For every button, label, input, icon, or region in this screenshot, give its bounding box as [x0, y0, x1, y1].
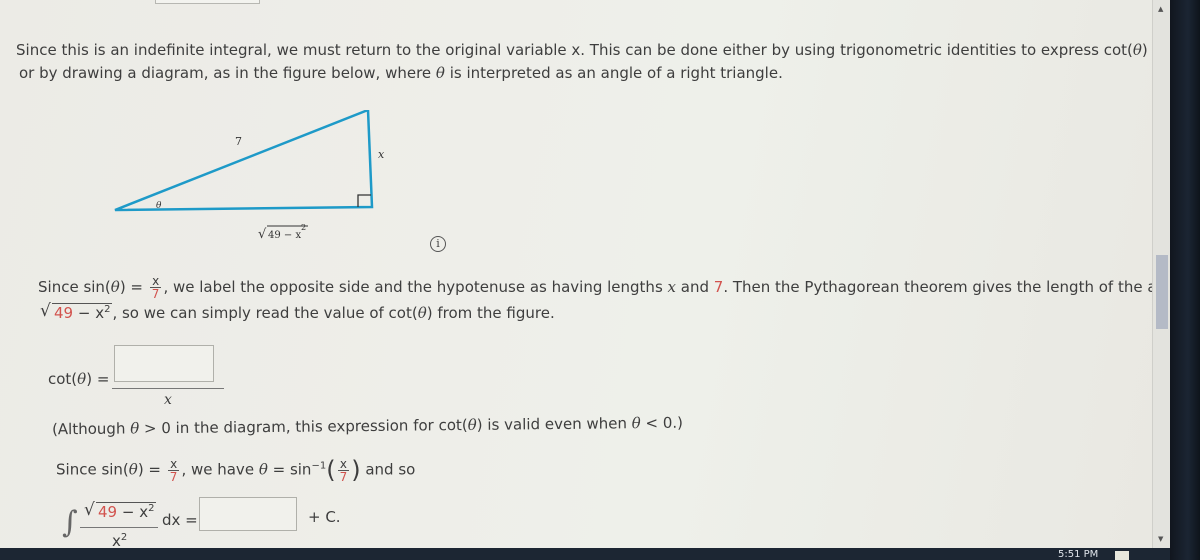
intro-text: is interpreted as an angle of a right tr…	[444, 64, 783, 82]
cot-fraction-bar	[112, 388, 224, 389]
info-icon[interactable]: i	[430, 236, 446, 252]
radicand-rest: − x	[117, 503, 149, 521]
scroll-up-arrow-icon[interactable]: ▲	[1158, 5, 1163, 13]
content-page: Since this is an indefinite integral, we…	[0, 0, 1152, 550]
para-text: , we have	[181, 460, 259, 479]
exponent: 2	[148, 503, 155, 514]
para-text: and so	[360, 460, 416, 479]
fraction-denominator: 7	[339, 469, 348, 484]
note-part: ) is valid even when	[476, 414, 632, 434]
note-part: > 0 in the diagram, this expression for …	[139, 415, 468, 438]
right-angle-marker	[357, 194, 371, 207]
radicand-rest: − x	[73, 304, 105, 322]
para3-text: Since sin(θ) = x7, we have θ = sin−1(x 7)…	[56, 456, 415, 484]
right-triangle-diagram: 7 x θ √ 49 − x 2	[114, 110, 385, 242]
sqrt-sign: √	[84, 500, 95, 520]
fraction-numerator: x	[337, 456, 349, 471]
dx-equals: dx =	[162, 511, 198, 529]
value-seven: 7	[713, 278, 724, 296]
fraction-x-over-7: x7	[150, 275, 162, 300]
fraction-denominator: 7	[151, 287, 160, 301]
plus-c: + C.	[308, 508, 341, 526]
left-paren: (	[326, 456, 336, 484]
theta-symbol: θ	[417, 304, 427, 322]
angle-label: θ	[156, 201, 162, 211]
adjacent-label: √ 49 − x 2	[258, 223, 308, 242]
theta-symbol: θ	[130, 419, 140, 438]
para-text: = sin	[267, 460, 312, 479]
taskbar	[0, 548, 1170, 560]
para-text: and	[676, 278, 714, 296]
theta-symbol: θ	[1132, 41, 1142, 59]
exponent: 2	[104, 304, 111, 315]
note-part: < 0.)	[640, 413, 684, 433]
note-part: (Although	[51, 419, 131, 439]
monitor-bezel	[1170, 0, 1200, 560]
intro-line-2: or by drawing a diagram, as in the figur…	[19, 64, 783, 82]
integrand-fraction-bar	[80, 527, 158, 528]
integrand-numerator: √ 49 − x2	[84, 500, 157, 521]
para-text: Since sin(	[38, 278, 111, 296]
cot-denominator: x	[164, 392, 172, 408]
theta-symbol: θ	[128, 460, 138, 479]
theta-symbol: θ	[631, 414, 641, 433]
para-text: ) from the figure.	[426, 304, 555, 322]
para-text: ) =	[119, 278, 144, 296]
para-text: . Then the Pythagorean theorem gives the…	[723, 278, 1152, 296]
opposite-label: x	[378, 148, 385, 161]
para-text: Since sin(	[56, 460, 129, 479]
vertical-scrollbar[interactable]: ▲ ▼	[1152, 0, 1170, 548]
right-paren: )	[351, 456, 361, 484]
para-text: ) =	[137, 460, 162, 479]
para2-line-2: √ 49 − x2, so we can simply read the valu…	[40, 301, 555, 322]
radicand-49: 49	[98, 503, 118, 521]
hypotenuse-label: 7	[235, 135, 242, 148]
integral-answer-input[interactable]	[199, 497, 297, 531]
fraction-x-over-7: x7	[337, 456, 350, 484]
intro-text: Since this is an indefinite integral, we…	[16, 41, 1133, 59]
sqrt-expression: √ 49 − x2	[84, 500, 157, 521]
radicand-49: 49	[54, 304, 74, 322]
intro-line-1: Since this is an indefinite integral, we…	[16, 38, 1152, 63]
variable-x: x	[667, 278, 676, 296]
triangle-outline	[114, 110, 374, 212]
fraction-numerator: x	[168, 456, 180, 471]
intro-text: or by drawing a diagram, as in the figur…	[19, 64, 436, 82]
notification-icon[interactable]	[1115, 551, 1129, 560]
integral-sign: ∫	[62, 505, 78, 540]
theta-symbol: θ	[258, 460, 268, 479]
para-text: , we label the opposite side and the hyp…	[163, 278, 668, 296]
cot-text: cot(	[48, 370, 78, 388]
theta-symbol: θ	[435, 64, 445, 82]
intro-text: ) in terms of sin(	[1141, 41, 1152, 59]
fraction-x-over-7: x7	[168, 458, 180, 483]
sqrt-expression: √ 49 − x2	[40, 301, 113, 322]
cot-numerator-input[interactable]	[114, 345, 214, 382]
adjacent-radicand: 49 − x	[268, 230, 301, 241]
sqrt-sign: √	[258, 227, 267, 242]
taskbar-clock[interactable]: 5:51 PM	[1058, 549, 1098, 560]
scroll-down-arrow-icon[interactable]: ▼	[1158, 535, 1163, 543]
para-text: , so we can simply read the value of cot…	[112, 304, 418, 322]
previous-answer-box[interactable]	[155, 0, 260, 4]
fraction-denominator: 7	[169, 469, 178, 484]
exponent: 2	[120, 532, 128, 543]
cot-text: ) =	[86, 370, 110, 388]
theta-symbol: θ	[110, 278, 120, 296]
cot-label: cot(θ) =	[48, 370, 109, 388]
sqrt-sign: √	[40, 301, 51, 321]
scroll-thumb[interactable]	[1156, 255, 1168, 329]
note-text: (Although θ > 0 in the diagram, this exp…	[52, 414, 683, 439]
adjacent-exponent: 2	[301, 223, 306, 232]
theta-symbol: θ	[467, 415, 477, 434]
para2-line-1: Since sin(θ) = x7, we label the opposite…	[38, 275, 1152, 300]
inverse-exponent: −1	[311, 460, 327, 472]
theta-symbol: θ	[77, 370, 87, 388]
